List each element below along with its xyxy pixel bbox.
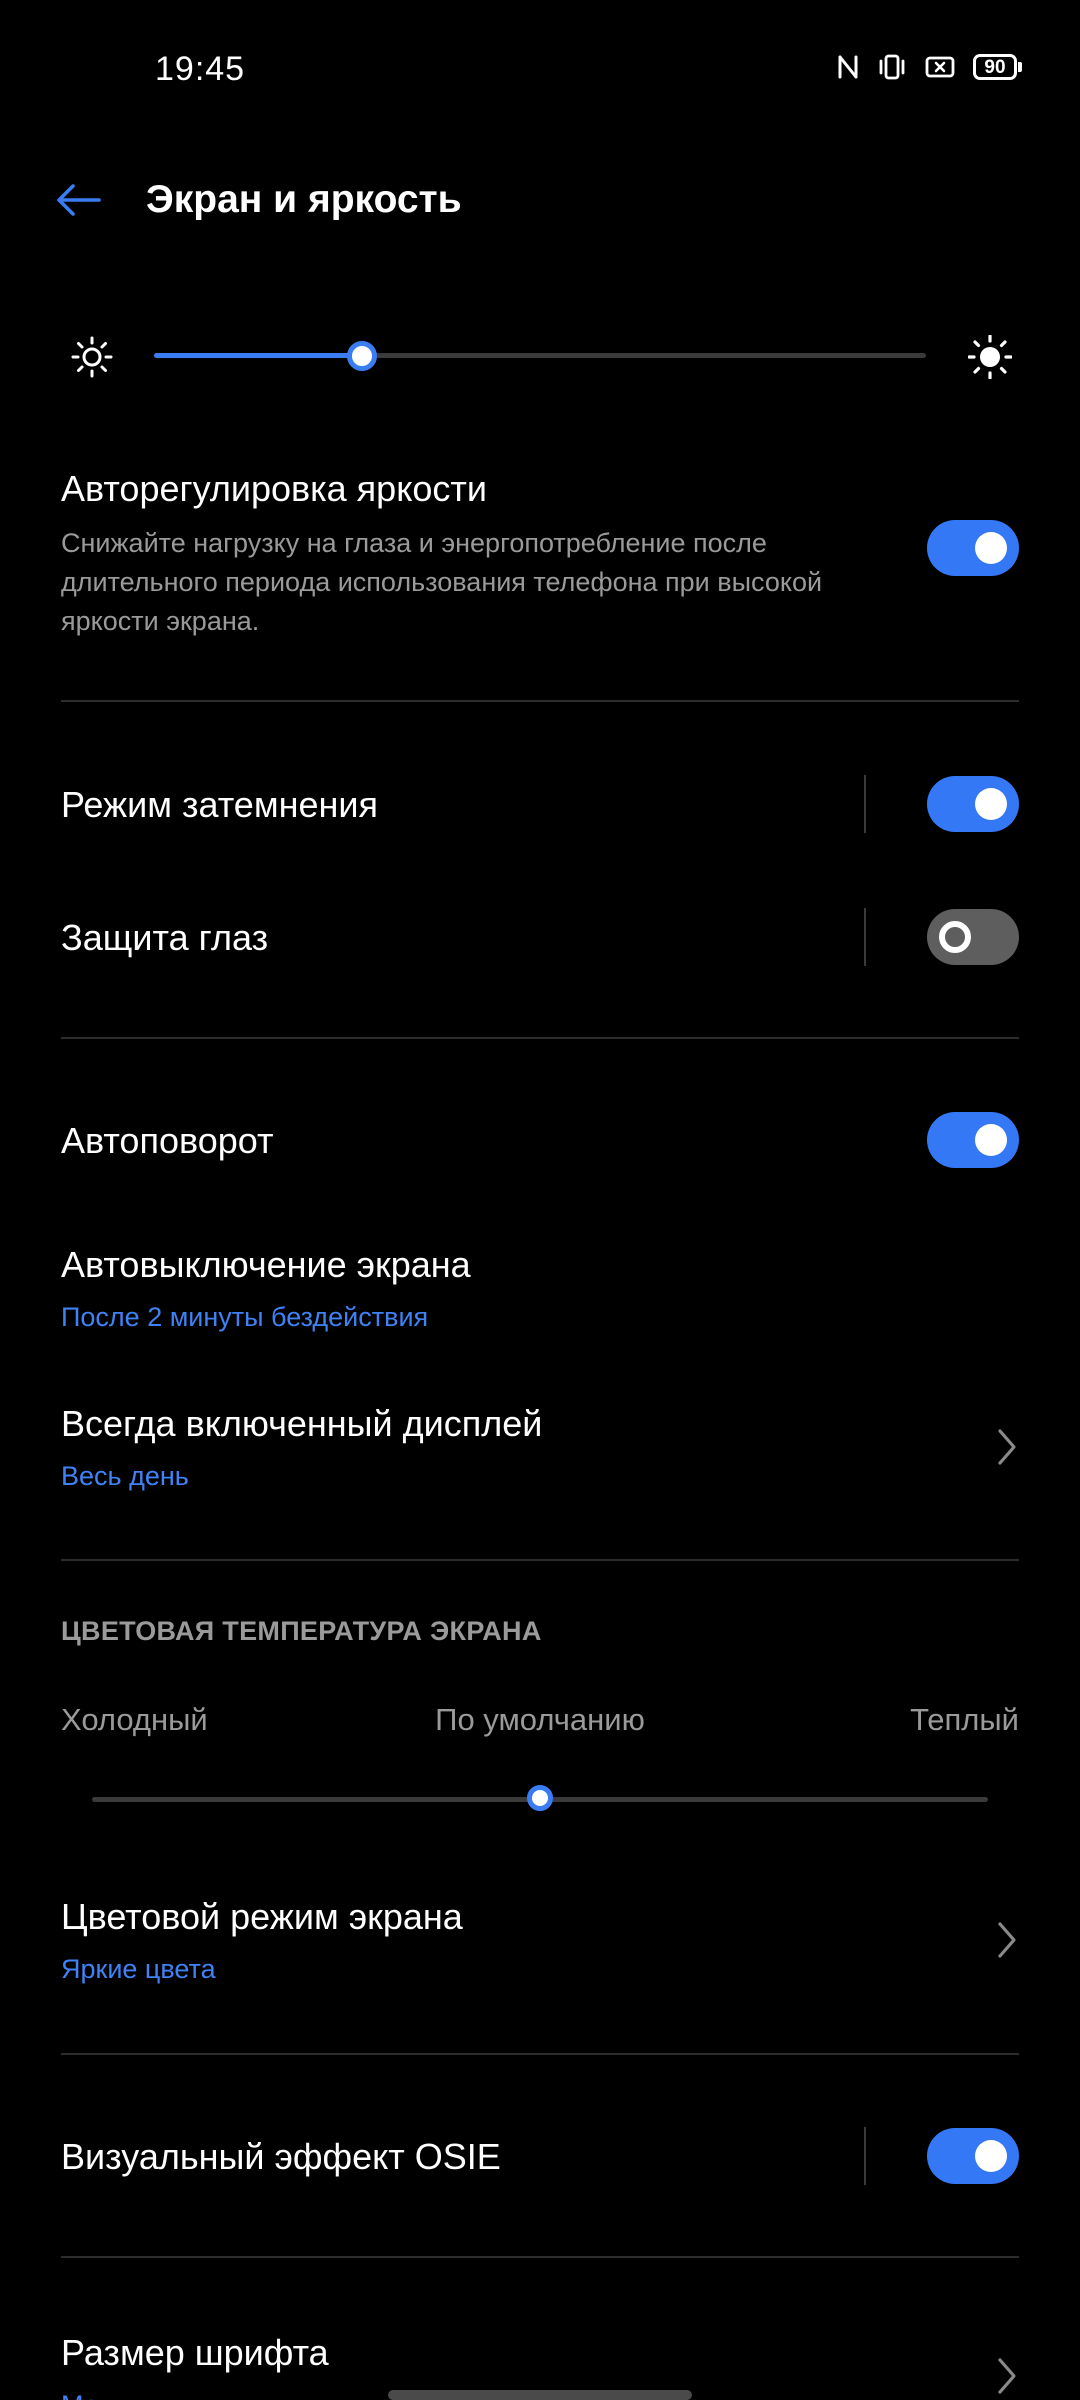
vertical-separator <box>864 775 866 833</box>
dim-mode-toggle[interactable] <box>927 776 1019 832</box>
auto-rotate-toggle[interactable] <box>927 1112 1019 1168</box>
brightness-track[interactable] <box>154 341 926 371</box>
app-header: Экран и яркость <box>0 160 1080 240</box>
screen-timeout-value: После 2 минуты бездействия <box>61 1302 429 1332</box>
screen-record-icon <box>925 56 955 78</box>
screen-timeout-title: Автовыключение экрана <box>61 1244 471 1285</box>
divider <box>61 2053 1019 2055</box>
chevron-right-icon <box>998 1922 1016 1958</box>
status-time: 19:45 <box>155 50 246 88</box>
color-mode-value: Яркие цвета <box>61 1954 216 1984</box>
auto-brightness-toggle[interactable] <box>927 520 1019 576</box>
toggle-knob <box>975 2140 1007 2172</box>
toggle-knob <box>975 1124 1007 1156</box>
toggle-knob <box>975 532 1007 564</box>
osie-effect-toggle[interactable] <box>927 2128 1019 2184</box>
divider <box>61 2256 1019 2258</box>
auto-brightness-title: Авторегулировка яркости <box>61 468 487 509</box>
warm-label: Теплый <box>910 1702 1019 1737</box>
dim-mode-title: Режим затемнения <box>61 784 378 825</box>
toggle-knob <box>975 788 1007 820</box>
eye-protection-toggle[interactable] <box>927 909 1019 965</box>
auto-rotate-row[interactable]: Автоповорот <box>0 1112 1080 1168</box>
always-on-display-row[interactable]: Всегда включенный дисплей Весь день <box>0 1403 1080 1503</box>
arrow-left-icon <box>57 184 101 216</box>
auto-rotate-title: Автоповорот <box>61 1120 274 1161</box>
status-bar: 19:45 90 <box>0 0 1080 140</box>
color-temperature-section-title: ЦВЕТОВАЯ ТЕМПЕРАТУРА ЭКРАНА <box>61 1616 542 1646</box>
auto-brightness-description: Снижайте нагрузку на глаза и энергопотре… <box>61 528 823 636</box>
toggle-knob <box>939 921 971 953</box>
battery-level: 90 <box>973 54 1017 80</box>
color-temperature-track[interactable] <box>92 1785 988 1811</box>
status-icons: 90 <box>837 52 1022 82</box>
auto-brightness-row[interactable]: Авторегулировка яркости Снижайте нагрузк… <box>0 464 1080 664</box>
display-brightness-screen: 19:45 90 Экран и яркость Авторегулировка… <box>0 0 1080 2400</box>
color-temperature-labels: Холодный По умолчанию Теплый <box>0 1702 1080 1746</box>
page-title: Экран и яркость <box>146 178 462 221</box>
osie-effect-row[interactable]: Визуальный эффект OSIE <box>0 2127 1080 2185</box>
navigation-handle[interactable] <box>388 2390 692 2400</box>
back-button[interactable] <box>48 174 108 226</box>
always-on-display-value: Весь день <box>61 1461 189 1491</box>
divider <box>61 1037 1019 1039</box>
eye-protection-row[interactable]: Защита глаз <box>0 908 1080 966</box>
sun-small-icon <box>71 336 113 378</box>
chevron-right-icon <box>998 1429 1016 1465</box>
color-temperature-thumb[interactable] <box>527 1785 553 1811</box>
brightness-thumb[interactable] <box>347 341 378 371</box>
always-on-display-title: Всегда включенный дисплей <box>61 1403 543 1444</box>
color-mode-title: Цветовой режим экрана <box>61 1896 463 1937</box>
brightness-slider-row <box>0 320 1080 390</box>
vertical-separator <box>864 908 866 966</box>
battery-tip <box>1018 62 1022 72</box>
font-size-title: Размер шрифта <box>61 2332 329 2373</box>
divider <box>61 1559 1019 1561</box>
nfc-icon <box>838 55 858 79</box>
screen-timeout-row[interactable]: Автовыключение экрана После 2 минуты без… <box>0 1244 1080 1344</box>
vibrate-icon <box>879 54 905 80</box>
battery-icon: 90 <box>973 54 1022 80</box>
brightness-fill <box>154 353 363 358</box>
vertical-separator <box>864 2127 866 2185</box>
color-mode-row[interactable]: Цветовой режим экрана Яркие цвета <box>0 1896 1080 1996</box>
chevron-right-icon <box>998 2358 1016 2394</box>
osie-effect-title: Визуальный эффект OSIE <box>61 2136 501 2177</box>
font-size-value: Мал <box>61 2390 115 2400</box>
dim-mode-row[interactable]: Режим затемнения <box>0 775 1080 833</box>
eye-protection-title: Защита глаз <box>61 917 269 958</box>
sun-large-icon <box>968 335 1012 379</box>
divider <box>61 700 1019 702</box>
